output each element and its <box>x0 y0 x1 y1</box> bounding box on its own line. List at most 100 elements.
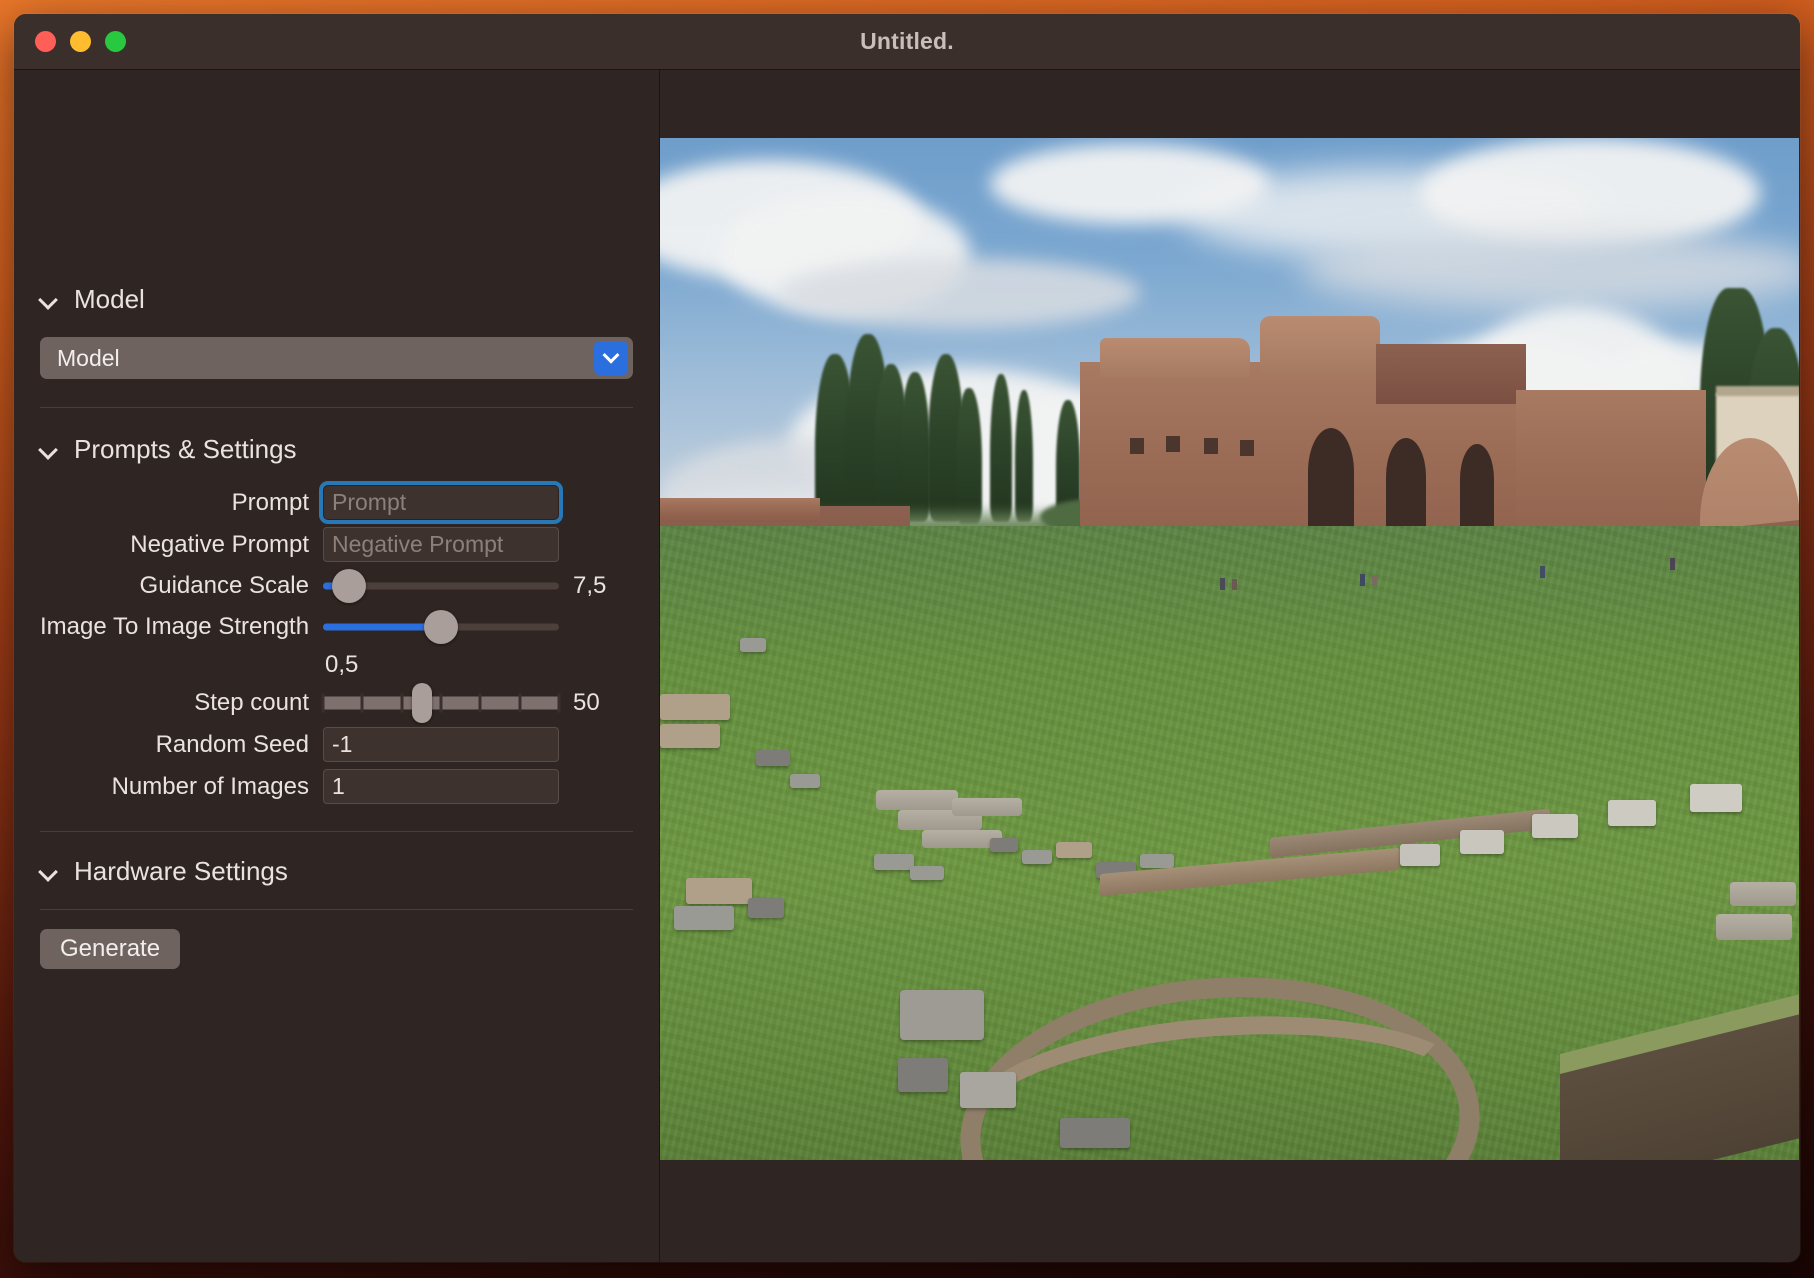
column-base <box>1608 800 1656 826</box>
person <box>1372 575 1377 586</box>
slider-tick <box>518 693 522 713</box>
slider-tick <box>360 693 364 713</box>
stone-slab <box>960 1072 1016 1108</box>
person <box>1360 574 1365 586</box>
model-section-header[interactable]: Model <box>40 284 633 315</box>
stone-fragment <box>990 838 1018 852</box>
hardware-section-title: Hardware Settings <box>74 856 288 886</box>
stone-fragment <box>748 898 784 918</box>
tree <box>956 388 982 524</box>
tree <box>900 372 930 522</box>
ruin-window <box>1166 436 1180 452</box>
slider-tick <box>321 693 325 713</box>
stone-slab <box>900 990 984 1040</box>
column-fragment <box>1730 882 1796 906</box>
stone-slab <box>898 1058 948 1092</box>
ruin-window <box>1240 440 1254 456</box>
preview-pane-filler <box>660 1172 1800 1262</box>
prompts-settings-grid: Prompt Negative Prompt Guidance Scale <box>40 485 633 804</box>
prompts-section-title: Prompts & Settings <box>74 434 297 464</box>
slider-tick <box>478 693 482 713</box>
slider-thumb[interactable] <box>331 569 366 603</box>
stone-fragment <box>686 878 752 904</box>
slider-thumb[interactable] <box>424 610 458 644</box>
ruin-window <box>1204 438 1218 454</box>
step-count-value: 50 <box>573 689 600 716</box>
chevron-down-icon <box>40 863 58 881</box>
person <box>1232 579 1237 590</box>
traffic-light-group <box>35 31 126 52</box>
person <box>1220 578 1225 590</box>
window-titlebar: Untitled. <box>14 14 1800 70</box>
ruin-upper-crest <box>1100 338 1250 378</box>
guidance-scale-label: Guidance Scale <box>139 572 309 599</box>
minimize-window-button[interactable] <box>70 31 91 52</box>
person <box>1540 566 1545 578</box>
source-image-preview[interactable] <box>660 138 1799 1160</box>
window-title: Untitled. <box>860 28 954 54</box>
chevron-down-icon[interactable] <box>594 341 628 375</box>
random-seed-input[interactable] <box>323 727 559 762</box>
ruin-arch-opening <box>1386 438 1426 534</box>
stone-fragment <box>874 854 914 870</box>
application-window: Untitled. Model Model Prompts & Settings… <box>14 14 1800 1262</box>
model-section-title: Model <box>74 284 145 314</box>
ruin-wall-crest <box>660 498 820 522</box>
column-base <box>1400 844 1440 866</box>
chevron-down-icon <box>40 291 58 309</box>
close-window-button[interactable] <box>35 31 56 52</box>
slider-tick <box>400 693 404 713</box>
image-to-image-strength-value: 0,5 <box>325 651 359 678</box>
person <box>1670 558 1675 570</box>
negative-prompt-input[interactable] <box>323 527 559 562</box>
cloud <box>780 258 1140 328</box>
ruin-upper-crest <box>1260 316 1380 374</box>
ruin-arch-opening <box>1460 444 1494 532</box>
negative-prompt-label: Negative Prompt <box>130 530 309 558</box>
chevron-down-icon <box>40 441 58 459</box>
model-picker[interactable]: Model <box>40 337 633 379</box>
number-of-images-label: Number of Images <box>111 772 309 800</box>
image-to-image-strength-label: Image To Image Strength <box>40 613 310 640</box>
prompts-section-header[interactable]: Prompts & Settings <box>40 434 633 465</box>
guidance-scale-slider[interactable] <box>323 569 559 603</box>
prompt-input[interactable] <box>323 485 559 520</box>
stone-fragment <box>1140 854 1174 868</box>
ruin-window <box>1130 438 1144 454</box>
stone-fragment <box>740 638 766 652</box>
column-base <box>1690 784 1742 812</box>
tree <box>990 374 1012 522</box>
stone-fragment <box>756 750 790 766</box>
slider-thumb[interactable] <box>412 683 433 723</box>
stone-fragment <box>1022 850 1052 864</box>
zoom-window-button[interactable] <box>105 31 126 52</box>
prompts-settings-section: Prompts & Settings Prompt Negative Promp… <box>40 408 633 804</box>
stone-slab <box>1060 1118 1130 1148</box>
stone-fragment <box>660 694 730 720</box>
column-base <box>1460 830 1504 854</box>
slider-tick <box>557 693 561 713</box>
image-preview-pane <box>660 70 1800 1262</box>
column-base <box>1532 814 1578 838</box>
step-count-slider[interactable] <box>321 683 561 723</box>
generate-button[interactable]: Generate <box>40 929 181 969</box>
column-fragment <box>952 798 1022 816</box>
tree <box>1015 390 1033 522</box>
stone-fragment <box>660 724 720 748</box>
number-of-images-input[interactable] <box>323 769 559 804</box>
column-fragment <box>1716 914 1792 940</box>
image-to-image-strength-slider[interactable] <box>323 610 559 644</box>
column-fragment <box>876 790 958 810</box>
settings-sidebar: Model Model Prompts & Settings Prompt Pr… <box>14 70 660 1262</box>
random-seed-label: Random Seed <box>155 730 309 758</box>
ruin-arch-opening <box>1308 428 1354 538</box>
step-count-label: Step count <box>194 689 309 716</box>
model-section: Model Model <box>40 70 633 379</box>
guidance-scale-value: 7,5 <box>573 572 607 599</box>
stone-fragment <box>1056 842 1092 858</box>
stone-fragment <box>910 866 944 880</box>
hardware-section-header[interactable]: Hardware Settings <box>40 856 633 887</box>
window-body: Model Model Prompts & Settings Prompt Pr… <box>14 70 1800 1262</box>
model-picker-label: Model <box>57 344 120 371</box>
section-divider <box>40 909 633 910</box>
